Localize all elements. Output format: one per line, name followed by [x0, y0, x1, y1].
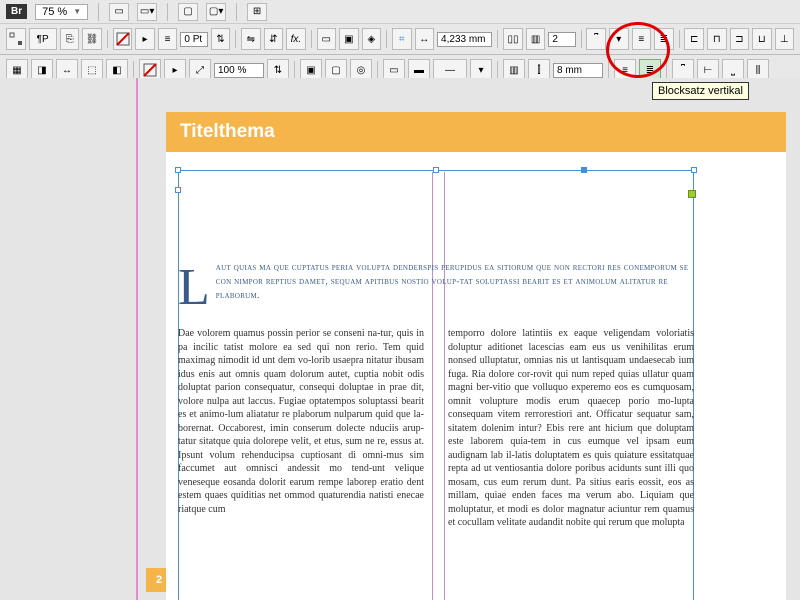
divider [235, 30, 236, 48]
divider [666, 61, 667, 79]
columns-icon[interactable]: ▯▯ [503, 28, 523, 50]
divider [608, 61, 609, 79]
zoom-dropdown[interactable]: 75 %▼ [35, 4, 88, 20]
divider [167, 3, 168, 21]
link-icon[interactable]: ⎘ [60, 28, 80, 50]
distribute-icon[interactable]: ⊔ [752, 28, 772, 50]
sel-handle-tr[interactable] [691, 167, 697, 173]
divider [679, 30, 680, 48]
tooltip: Blocksatz vertikal [652, 82, 749, 100]
arrange-icon[interactable]: ⊞ [247, 3, 267, 21]
page-title: Titelthema [180, 121, 275, 143]
divider [294, 61, 295, 79]
body-col-2: temporro dolore latintiis ex eaque velig… [448, 327, 694, 530]
body-col-1: Dae volorem quamus possin perior se cons… [178, 327, 424, 530]
valign-top-icon[interactable]: ⎴ [586, 28, 606, 50]
intro-paragraph: L aut quias ma que cuptatus peria volupt… [178, 262, 694, 310]
intro-text: aut quias ma que cuptatus peria volupta … [178, 262, 694, 303]
flip-v-icon[interactable]: ⇵ [264, 28, 284, 50]
body-columns: Dae volorem quamus possin perior se cons… [178, 327, 694, 530]
divider [386, 30, 387, 48]
wrap-none-icon[interactable]: ▭ [317, 28, 337, 50]
spine-guide [136, 78, 138, 600]
fx-icon[interactable]: fx. [286, 28, 306, 50]
divider [497, 30, 498, 48]
divider [581, 30, 582, 48]
valign-center-icon[interactable]: ≣ [654, 28, 674, 50]
stroke-pt-input[interactable]: 0 Pt [180, 32, 207, 47]
scale-pct-input[interactable]: 100 % [214, 63, 264, 78]
valign-dropdown-icon[interactable]: ▾ [609, 28, 629, 50]
document-page[interactable]: Titelthema L aut quias ma que cuptatus p… [166, 112, 786, 600]
align-center-obj-icon[interactable]: ⊓ [707, 28, 727, 50]
divider [107, 30, 108, 48]
width-mm-input[interactable]: 4,233 mm [437, 32, 492, 47]
chain-icon[interactable]: ⛓ [82, 28, 102, 50]
header-bar: Titelthema [166, 112, 786, 152]
flip-h-icon[interactable]: ⇋ [241, 28, 261, 50]
view-mode-icon[interactable]: ▭ [109, 3, 129, 21]
wrap-shape-icon[interactable]: ◈ [362, 28, 382, 50]
canvas-area[interactable]: 2 Titelthema L aut quias ma que cuptatus… [0, 78, 800, 600]
gutter-mm-input[interactable]: 8 mm [553, 63, 603, 78]
screen-mode-icon[interactable]: ▢ [178, 3, 198, 21]
divider [236, 3, 237, 21]
stroke-weight-icon[interactable]: ≡ [158, 28, 178, 50]
paragraph-style-icon[interactable]: ¶P [29, 28, 57, 50]
screen-dropdown-icon[interactable]: ▢▾ [206, 3, 226, 21]
align-v-icon[interactable]: ⊥ [775, 28, 795, 50]
align-left-obj-icon[interactable]: ⊏ [684, 28, 704, 50]
view-dropdown-icon[interactable]: ▭▾ [137, 3, 157, 21]
stroke-dropdown-icon[interactable]: ▸ [135, 28, 155, 50]
align-right-obj-icon[interactable]: ⊐ [730, 28, 750, 50]
bridge-badge[interactable]: Br [6, 4, 27, 19]
sel-handle-tm[interactable] [433, 167, 439, 173]
wrap-bounding-icon[interactable]: ▣ [339, 28, 359, 50]
crop-width-icon[interactable]: ↔ [415, 28, 435, 50]
divider [377, 61, 378, 79]
col-count-icon[interactable]: ▥ [526, 28, 546, 50]
sel-handle-tl[interactable] [175, 167, 181, 173]
divider [497, 61, 498, 79]
columns-input[interactable]: 2 [548, 32, 575, 47]
dropcap: L [178, 266, 210, 310]
crop-icon[interactable]: ⌗ [392, 28, 412, 50]
divider [98, 3, 99, 21]
anchor-icon[interactable] [6, 28, 26, 50]
sel-handle-ref[interactable] [581, 167, 587, 173]
sel-handle-ml[interactable] [175, 187, 181, 193]
stepper-icon[interactable]: ⇅ [211, 28, 231, 50]
valign-top2-icon[interactable]: ≡ [632, 28, 652, 50]
divider [311, 30, 312, 48]
divider [133, 61, 134, 79]
no-stroke-icon[interactable] [113, 28, 133, 50]
overset-indicator[interactable] [688, 190, 696, 198]
